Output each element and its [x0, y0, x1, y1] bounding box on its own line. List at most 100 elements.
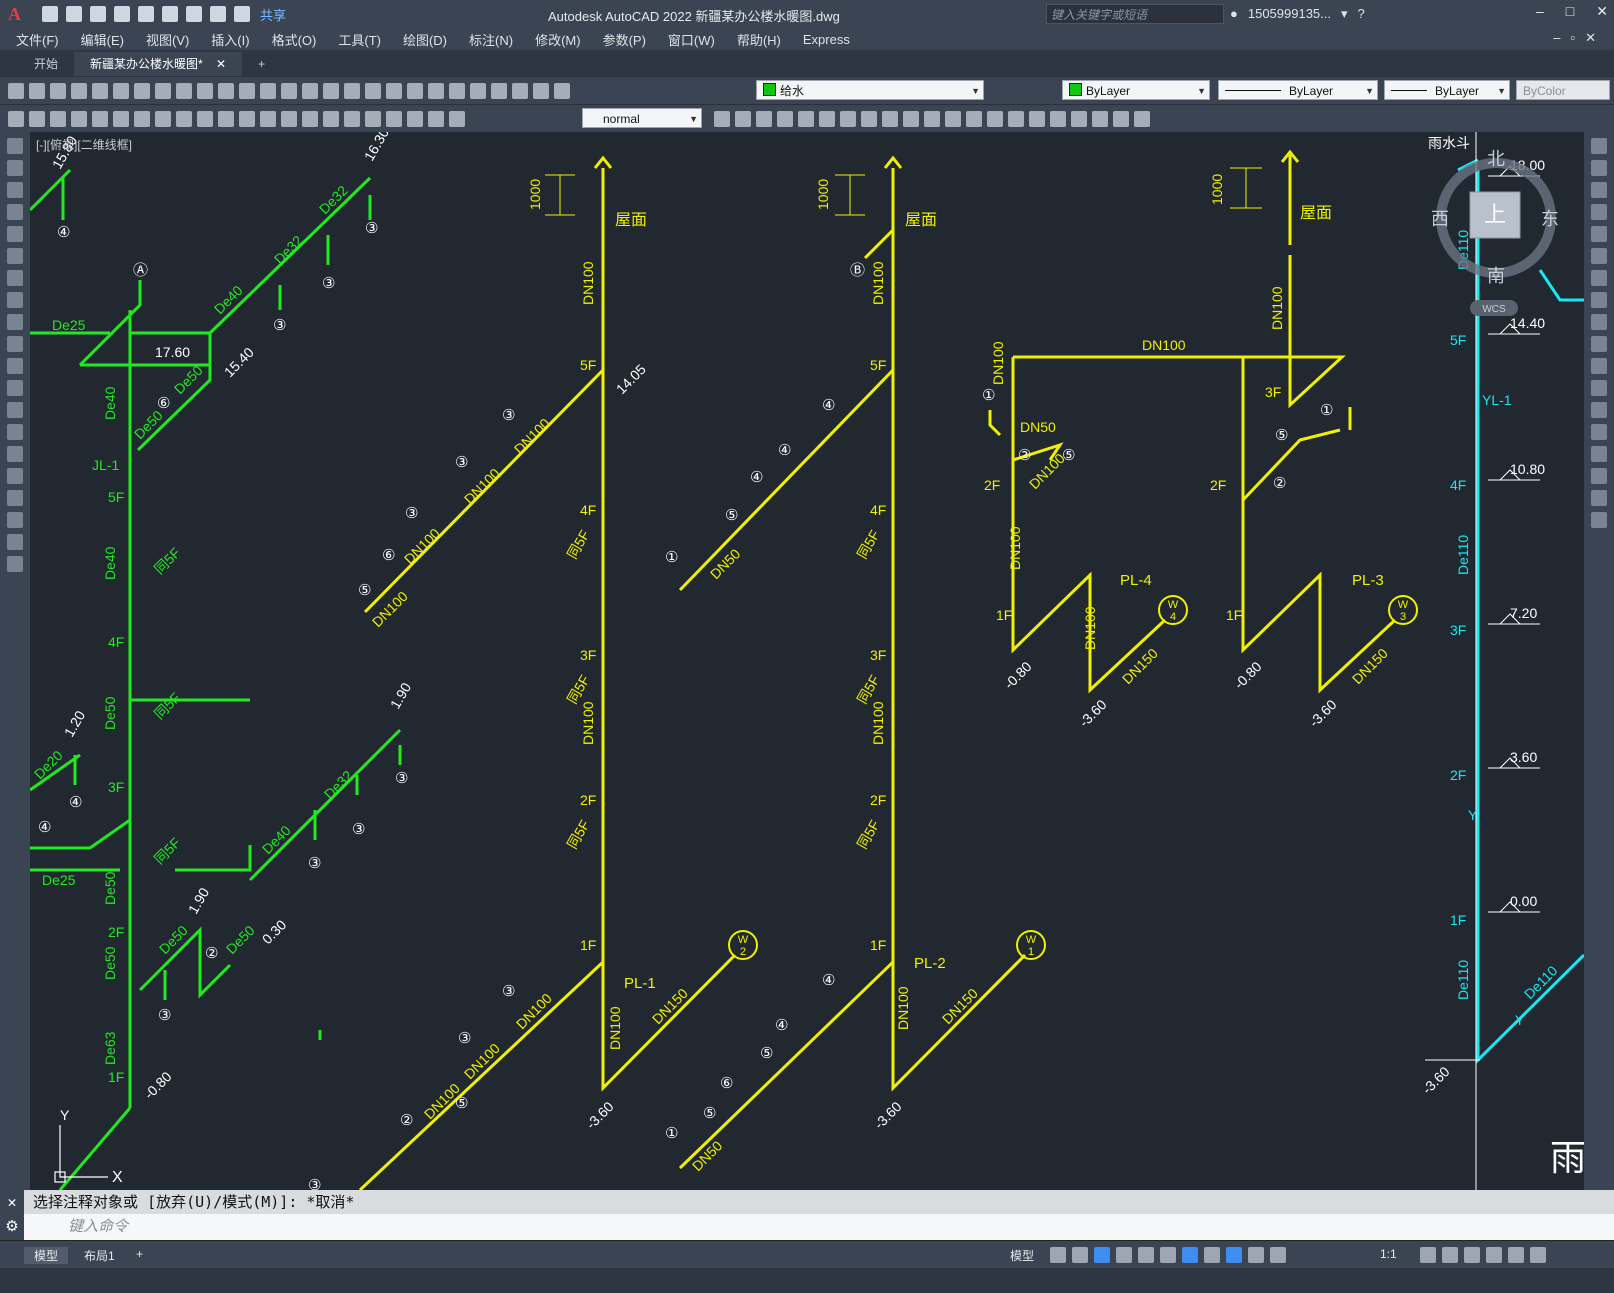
- wrench-icon[interactable]: ⚙: [0, 1214, 24, 1240]
- viewcube-south[interactable]: 南: [1487, 266, 1505, 286]
- command-input[interactable]: 键入命令: [68, 1218, 128, 1235]
- qnew-icon[interactable]: [8, 83, 24, 99]
- isodraft-icon[interactable]: [1138, 1247, 1154, 1263]
- menu-insert[interactable]: 插入(I): [211, 30, 249, 49]
- annotation-scale[interactable]: 1:1: [1370, 1247, 1407, 1261]
- erase-icon[interactable]: [735, 111, 751, 127]
- cart-icon[interactable]: ▾: [1341, 6, 1348, 22]
- polyline-icon[interactable]: [7, 182, 23, 198]
- rotate-icon[interactable]: [861, 111, 877, 127]
- customize-icon[interactable]: [1530, 1247, 1546, 1263]
- close-icon[interactable]: ✕: [0, 1190, 24, 1214]
- center-mark-icon[interactable]: [344, 111, 360, 127]
- arc-length-icon[interactable]: [113, 111, 129, 127]
- menu-edit[interactable]: 编辑(E): [81, 30, 124, 49]
- tab-layout1[interactable]: 布局1: [74, 1247, 125, 1264]
- trim-icon[interactable]: [924, 111, 940, 127]
- new-tab-button[interactable]: +: [242, 52, 281, 76]
- 3dprint-icon[interactable]: [134, 83, 150, 99]
- viewcube-east[interactable]: 东: [1541, 209, 1559, 229]
- design-center-icon[interactable]: [407, 83, 423, 99]
- search-input[interactable]: 键入关键字或短语: [1046, 4, 1224, 24]
- tool-palette-icon[interactable]: [428, 83, 444, 99]
- undo-icon[interactable]: [260, 83, 276, 99]
- chamfer-icon[interactable]: [1008, 111, 1024, 127]
- dim-text-edit-icon[interactable]: [428, 111, 444, 127]
- plus-icon[interactable]: [1442, 1247, 1458, 1263]
- viewcube-north[interactable]: 北: [1487, 149, 1505, 169]
- new-icon[interactable]: [42, 6, 58, 22]
- minimize-button[interactable]: –: [1536, 3, 1544, 20]
- zoom-window-icon[interactable]: [344, 83, 360, 99]
- break-icon[interactable]: [1591, 402, 1607, 418]
- rectangle-icon[interactable]: [7, 226, 23, 242]
- hardware-accel-icon[interactable]: [1486, 1247, 1502, 1263]
- add-layout-button[interactable]: +: [126, 1247, 153, 1261]
- preview-icon[interactable]: [92, 83, 108, 99]
- lineweight-icon[interactable]: [1204, 1247, 1220, 1263]
- object-snap-icon[interactable]: [1182, 1247, 1198, 1263]
- color-dropdown[interactable]: ByLayer ▼: [1062, 80, 1210, 100]
- continue-icon[interactable]: [281, 111, 297, 127]
- break-point-icon[interactable]: [1591, 380, 1607, 396]
- group-icon[interactable]: [1092, 111, 1108, 127]
- save-as-icon[interactable]: [114, 6, 130, 22]
- plot-icon[interactable]: [71, 83, 87, 99]
- pan-icon[interactable]: [302, 83, 318, 99]
- add-selected-icon[interactable]: [7, 556, 23, 572]
- dimstyle-icon[interactable]: [714, 111, 730, 127]
- paste-icon[interactable]: [197, 83, 213, 99]
- diameter-icon[interactable]: [197, 111, 213, 127]
- jogged-icon[interactable]: [176, 111, 192, 127]
- menu-format[interactable]: 格式(O): [272, 30, 317, 49]
- region-icon[interactable]: [7, 490, 23, 506]
- publish-icon[interactable]: [113, 83, 129, 99]
- share-button[interactable]: 共享: [260, 5, 286, 24]
- ellipse-arc-icon[interactable]: [7, 358, 23, 374]
- clean-screen-icon[interactable]: [1508, 1247, 1524, 1263]
- scale-icon[interactable]: [882, 111, 898, 127]
- snap-icon[interactable]: [1072, 1247, 1088, 1263]
- menu-parametric[interactable]: 参数(P): [603, 30, 646, 49]
- tolerance-icon[interactable]: [29, 111, 45, 127]
- copy-obj-icon[interactable]: [756, 111, 772, 127]
- extend-icon[interactable]: [945, 111, 961, 127]
- isolate-icon[interactable]: [1464, 1247, 1480, 1263]
- dim-edit-icon[interactable]: [407, 111, 423, 127]
- close-button[interactable]: ✕: [1596, 3, 1608, 20]
- spline-icon[interactable]: [7, 314, 23, 330]
- offset-icon[interactable]: [1591, 204, 1607, 220]
- break-icon[interactable]: [966, 111, 982, 127]
- annotation-scale-icon[interactable]: [1270, 1247, 1286, 1263]
- menu-draw[interactable]: 绘图(D): [403, 30, 447, 49]
- viewcube-west[interactable]: 西: [1431, 209, 1449, 229]
- inspection-icon[interactable]: [365, 111, 381, 127]
- menu-tools[interactable]: 工具(T): [338, 30, 381, 49]
- ordinate-icon[interactable]: [134, 111, 150, 127]
- object-snap-tracking-icon[interactable]: [1160, 1247, 1176, 1263]
- viewport-controls[interactable]: [-][俯视][二维线框]: [36, 136, 132, 153]
- move-icon[interactable]: [840, 111, 856, 127]
- construction-line-icon[interactable]: [7, 160, 23, 176]
- blend-icon[interactable]: [1591, 490, 1607, 506]
- open-icon[interactable]: [29, 83, 45, 99]
- stretch-icon[interactable]: [1591, 314, 1607, 330]
- dimstyle-dropdown[interactable]: normal ▼: [582, 108, 702, 128]
- fillet-icon[interactable]: [1591, 468, 1607, 484]
- copy-icon[interactable]: [1591, 160, 1607, 176]
- zoom-realtime-icon[interactable]: [323, 83, 339, 99]
- drawing-viewport[interactable]: De25 De40 De32 De32 De40 De50 De50 De40 …: [30, 132, 1584, 1190]
- redo-icon[interactable]: [281, 83, 297, 99]
- insert-block-icon[interactable]: [7, 380, 23, 396]
- layer-properties-icon[interactable]: [533, 83, 549, 99]
- rotate-icon[interactable]: [1591, 270, 1607, 286]
- app-logo[interactable]: A: [8, 4, 38, 25]
- blockedit-icon[interactable]: [239, 83, 255, 99]
- mirror-icon[interactable]: [1591, 182, 1607, 198]
- join-icon[interactable]: [1591, 424, 1607, 440]
- tab-start[interactable]: 开始: [18, 52, 74, 76]
- menu-modify[interactable]: 修改(M): [535, 30, 581, 49]
- menu-view[interactable]: 视图(V): [146, 30, 189, 49]
- line-icon[interactable]: [7, 138, 23, 154]
- markup-icon[interactable]: [470, 83, 486, 99]
